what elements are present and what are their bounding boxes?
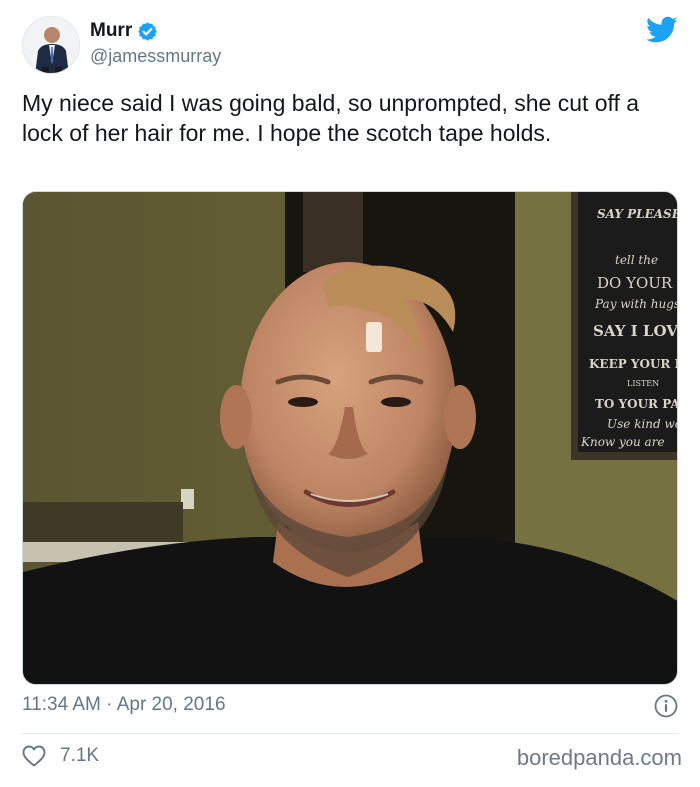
display-name[interactable]: Murr bbox=[90, 20, 132, 42]
display-name-row: Murr bbox=[90, 20, 158, 42]
sign-line: KEEP YOUR PR bbox=[589, 357, 678, 371]
watermark: boredpanda.com bbox=[516, 745, 682, 770]
tweet-footer: 7.1K boredpanda.com bbox=[22, 745, 682, 777]
sign-line: SAY PLEASE & bbox=[597, 207, 678, 221]
heart-icon bbox=[22, 745, 46, 767]
divider bbox=[22, 733, 678, 734]
tweet-header: Murr @jamessmurray bbox=[22, 16, 678, 76]
sign-line: Use kind wo bbox=[607, 417, 678, 431]
sign-line: Pay with hugs bbox=[594, 297, 678, 311]
tweet-meta: 11:34 AM · Apr 20, 2016 bbox=[22, 694, 678, 718]
twitter-bird-icon[interactable] bbox=[646, 16, 678, 44]
sign-line: tell the bbox=[615, 253, 658, 267]
tweet-photo[interactable]: SAY PLEASE & tell the DO YOUR Pay with h… bbox=[22, 191, 678, 685]
like-button[interactable]: 7.1K bbox=[22, 745, 99, 767]
avatar[interactable] bbox=[22, 16, 80, 74]
tweet-text: My niece said I was going bald, so unpro… bbox=[22, 90, 640, 146]
sign-line: Know you are bbox=[580, 435, 665, 449]
sign-line: SAY I LOVE bbox=[593, 322, 678, 340]
timestamp[interactable]: 11:34 AM · Apr 20, 2016 bbox=[22, 694, 226, 715]
sign-line: DO YOUR bbox=[597, 274, 673, 292]
user-handle[interactable]: @jamessmurray bbox=[90, 46, 221, 67]
sign-line: LISTEN bbox=[627, 379, 659, 388]
sign-line: TO YOUR PAR bbox=[595, 397, 678, 411]
like-count: 7.1K bbox=[60, 745, 100, 766]
tweet-card: Murr @jamessmurray My niece said I was g… bbox=[0, 0, 700, 787]
info-icon[interactable] bbox=[654, 694, 678, 718]
verified-badge-icon bbox=[137, 21, 158, 42]
